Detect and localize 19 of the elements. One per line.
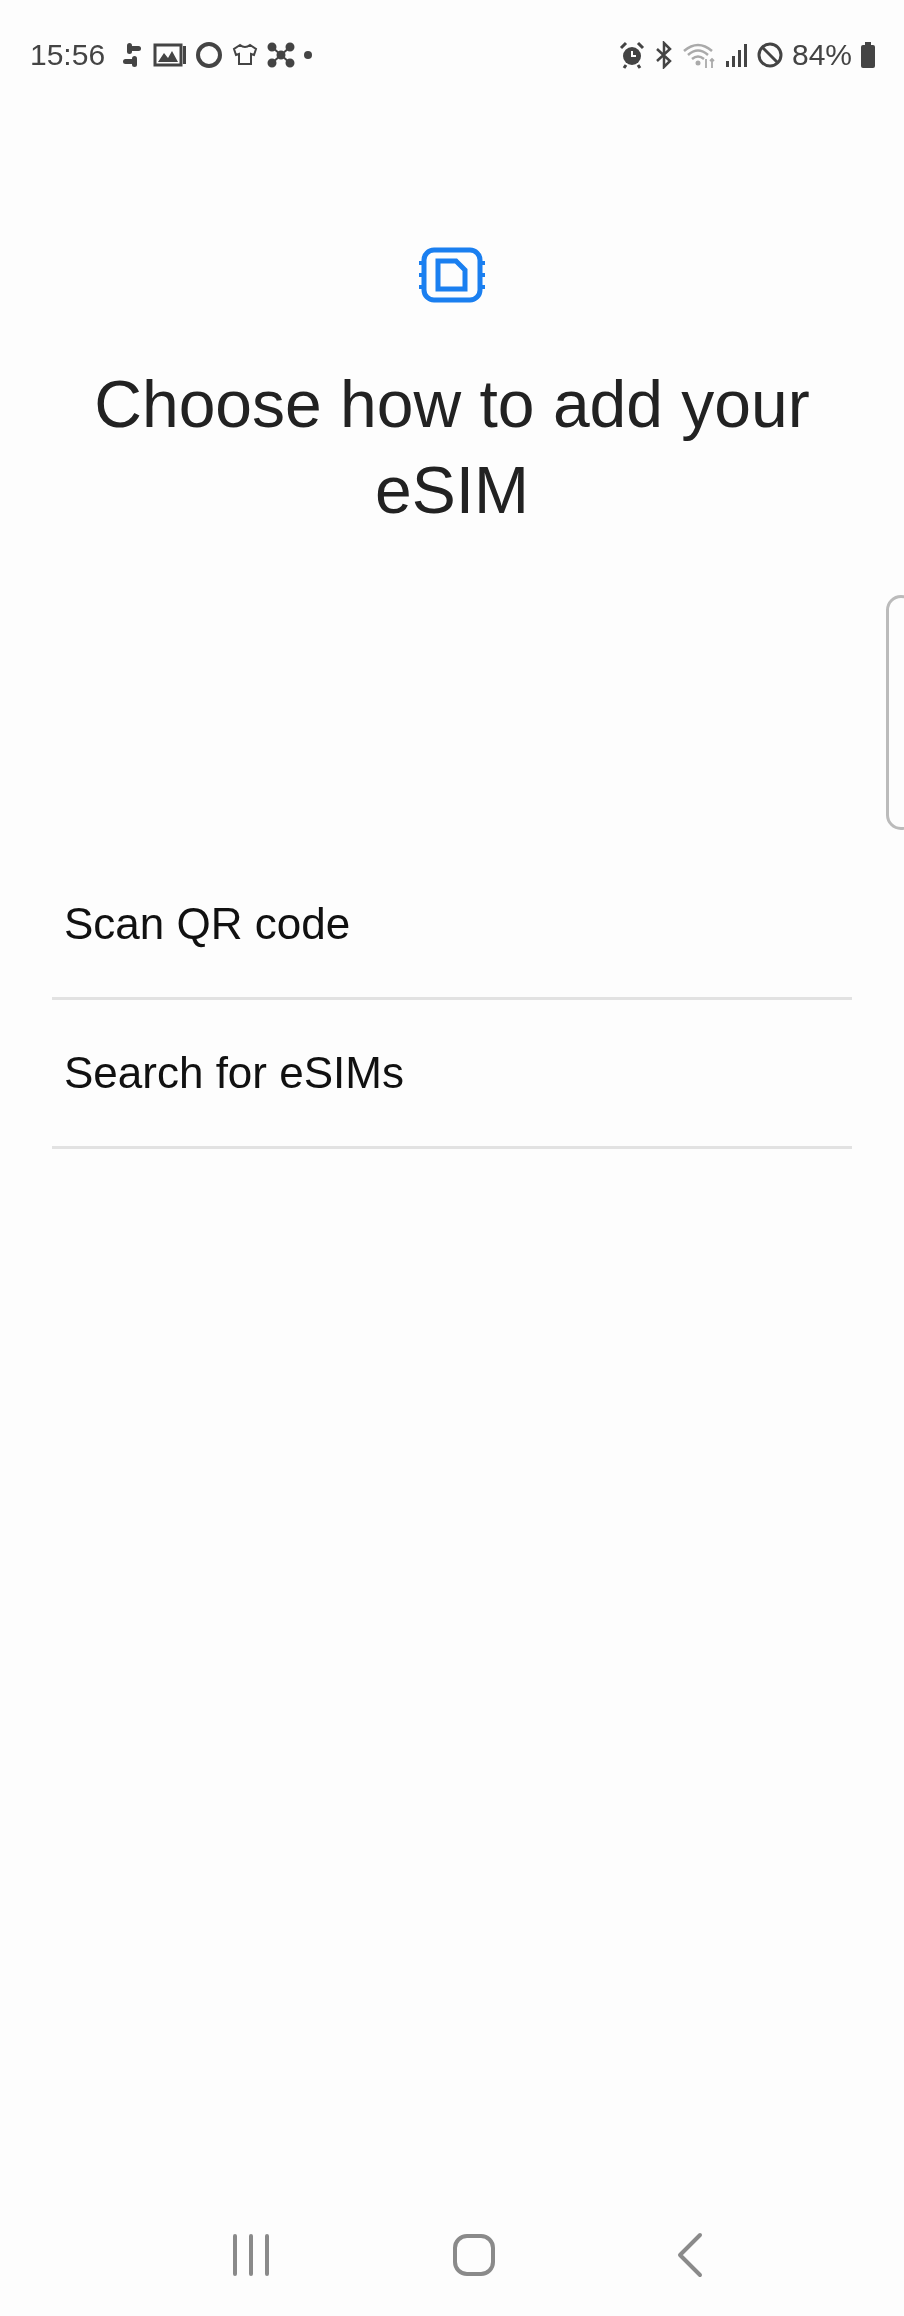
status-time: 15:56 [30,38,106,72]
battery-icon [860,41,876,69]
wifi-icon [681,41,716,69]
signal-icon [723,42,748,68]
option-item[interactable]: Search for eSIMs [52,1000,852,1149]
recent-apps-icon[interactable] [230,2233,271,2277]
back-icon[interactable] [677,2232,704,2278]
page-title: Choose how to add your eSIM [93,366,811,529]
gallery-icon [153,42,188,68]
dot-icon [303,50,314,60]
shirt-icon [231,43,260,67]
option-item[interactable]: Scan QR code [52,851,852,1000]
home-icon[interactable] [452,2233,496,2277]
alarm-icon [617,41,646,69]
sim-card-icon [419,247,485,303]
network-icon [267,41,296,69]
block-icon [755,41,784,69]
ring-icon [195,41,224,69]
battery-percent: 84% [791,38,852,72]
